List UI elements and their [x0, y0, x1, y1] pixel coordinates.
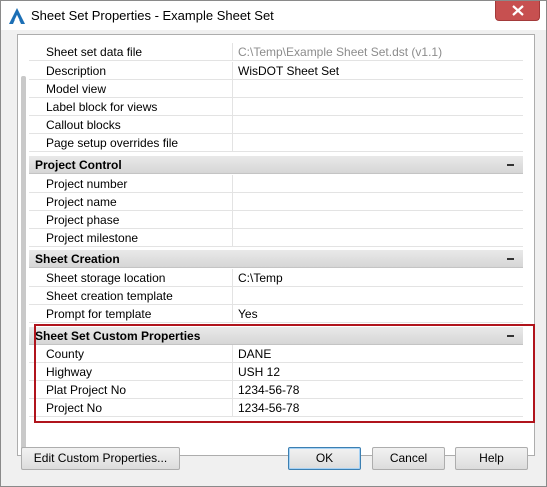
property-label: Page setup overrides file [46, 136, 179, 150]
ok-button[interactable]: OK [288, 447, 361, 470]
category-title: Project Control [35, 158, 122, 172]
property-label: Description [46, 64, 107, 78]
property-label: Callout blocks [46, 118, 121, 132]
cancel-button[interactable]: Cancel [372, 447, 445, 470]
property-row-project-name[interactable]: Project name [29, 193, 523, 211]
property-label: Project phase [46, 213, 120, 227]
property-label: Sheet storage location [46, 271, 166, 285]
window-title: Sheet Set Properties - Example Sheet Set [31, 8, 274, 23]
title-bar: Sheet Set Properties - Example Sheet Set [1, 1, 546, 30]
autocad-a-icon [8, 7, 26, 25]
property-label: Label block for views [46, 100, 158, 114]
property-value [238, 135, 518, 152]
property-row-description[interactable]: Description WisDOT Sheet Set [29, 62, 523, 80]
property-label: Model view [46, 82, 107, 96]
property-label: Sheet creation template [46, 289, 173, 303]
property-row-model-view[interactable]: Model view [29, 80, 523, 98]
category-project-control[interactable]: Project Control [29, 156, 523, 174]
property-row-sheet-storage-location[interactable]: Sheet storage location C:\Temp [29, 269, 523, 287]
property-value [238, 99, 518, 116]
property-row-page-setup-overrides[interactable]: Page setup overrides file [29, 134, 523, 152]
property-value [238, 288, 518, 305]
close-button[interactable] [495, 1, 540, 21]
custom-properties-highlight-box [34, 324, 535, 423]
property-value: C:\Temp\Example Sheet Set.dst (v1.1) [238, 45, 443, 59]
property-value [238, 230, 518, 247]
close-icon [512, 5, 524, 16]
property-row-sheet-set-data-file[interactable]: Sheet set data file C:\Temp\Example Shee… [29, 43, 523, 61]
vertical-scrollbar[interactable] [21, 76, 26, 451]
property-value: WisDOT Sheet Set [238, 64, 340, 78]
property-value [238, 117, 518, 134]
property-row-callout-blocks[interactable]: Callout blocks [29, 116, 523, 134]
property-label: Prompt for template [46, 307, 152, 321]
category-sheet-creation[interactable]: Sheet Creation [29, 250, 523, 268]
property-label: Project number [46, 177, 128, 191]
property-value [238, 81, 518, 98]
category-title: Sheet Creation [35, 252, 120, 266]
dialog-client-area: Sheet set data file C:\Temp\Example Shee… [8, 31, 539, 481]
help-button[interactable]: Help [455, 447, 528, 470]
property-value [238, 176, 518, 193]
property-row-label-block[interactable]: Label block for views [29, 98, 523, 116]
property-label: Project milestone [46, 231, 139, 245]
property-value: Yes [238, 307, 258, 321]
property-row-project-number[interactable]: Project number [29, 175, 523, 193]
property-row-sheet-creation-template[interactable]: Sheet creation template [29, 287, 523, 305]
property-value [238, 212, 518, 229]
property-row-prompt-for-template[interactable]: Prompt for template Yes [29, 305, 523, 323]
collapse-icon[interactable] [505, 253, 517, 265]
property-value [238, 194, 518, 211]
collapse-icon[interactable] [505, 159, 517, 171]
property-row-project-phase[interactable]: Project phase [29, 211, 523, 229]
edit-custom-properties-button[interactable]: Edit Custom Properties... [21, 447, 180, 470]
property-row-project-milestone[interactable]: Project milestone [29, 229, 523, 247]
sheet-set-properties-dialog: Sheet Set Properties - Example Sheet Set… [0, 0, 547, 487]
property-label: Sheet set data file [46, 45, 143, 59]
property-label: Project name [46, 195, 117, 209]
property-value: C:\Temp [238, 271, 283, 285]
